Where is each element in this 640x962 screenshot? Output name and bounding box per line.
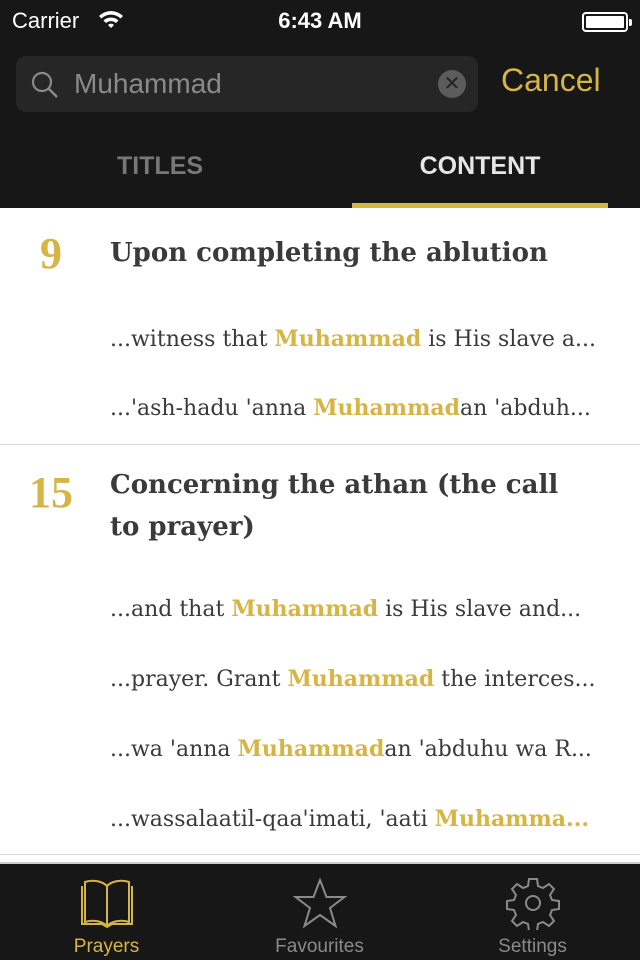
snippet[interactable]: ...and that Muhammad is His slave and...: [110, 596, 610, 622]
header: Carrier 6:43 AM Muhammad ✕ Cancel TITLES…: [0, 0, 640, 208]
snippet[interactable]: ...wassalaatil-qaa'imati, 'aati Muhamma.…: [110, 806, 610, 832]
gear-icon: [505, 878, 560, 930]
section-title: Concerning the athan (the call to prayer…: [110, 470, 559, 542]
star-icon: [292, 877, 347, 929]
tab-favourites[interactable]: Favourites: [213, 864, 426, 962]
book-icon: [80, 879, 133, 929]
tab-bar: Prayers Favourites Settings: [0, 862, 640, 960]
status-bar: Carrier 6:43 AM: [0, 0, 640, 40]
tab-content[interactable]: CONTENT: [320, 152, 640, 181]
snippet[interactable]: ...'ash-hadu 'anna Muhammadan 'abduh...: [110, 395, 610, 421]
clear-search-icon[interactable]: ✕: [438, 70, 466, 98]
section-number: 9: [40, 229, 62, 278]
result-section[interactable]: 15 Concerning the athan (the call to pra…: [0, 445, 640, 855]
section-number: 15: [29, 468, 73, 517]
tab-titles[interactable]: TITLES: [0, 152, 320, 181]
tab-prayers[interactable]: Prayers: [0, 864, 213, 962]
snippet[interactable]: ...wa 'anna Muhammadan 'abduhu wa R...: [110, 736, 610, 762]
search-icon: [31, 71, 58, 98]
clock: 6:43 AM: [278, 8, 362, 33]
battery-icon: [582, 12, 632, 32]
snippet[interactable]: ...prayer. Grant Muhammad the interces..…: [110, 666, 610, 692]
tab-settings[interactable]: Settings: [426, 864, 639, 962]
tab-label: Settings: [498, 936, 567, 957]
tab-label: Favourites: [275, 936, 364, 957]
tab-label: Prayers: [73, 936, 140, 957]
search-input[interactable]: Muhammad ✕: [16, 56, 478, 112]
results-list: 9 Upon completing the ablution ...witnes…: [0, 208, 640, 855]
search-value[interactable]: Muhammad: [74, 68, 222, 100]
result-section[interactable]: 9 Upon completing the ablution ...witnes…: [0, 208, 640, 445]
section-title: Upon completing the ablution: [110, 238, 548, 268]
cancel-button[interactable]: Cancel: [501, 62, 601, 99]
snippet[interactable]: ...witness that Muhammad is His slave a.…: [110, 326, 610, 352]
